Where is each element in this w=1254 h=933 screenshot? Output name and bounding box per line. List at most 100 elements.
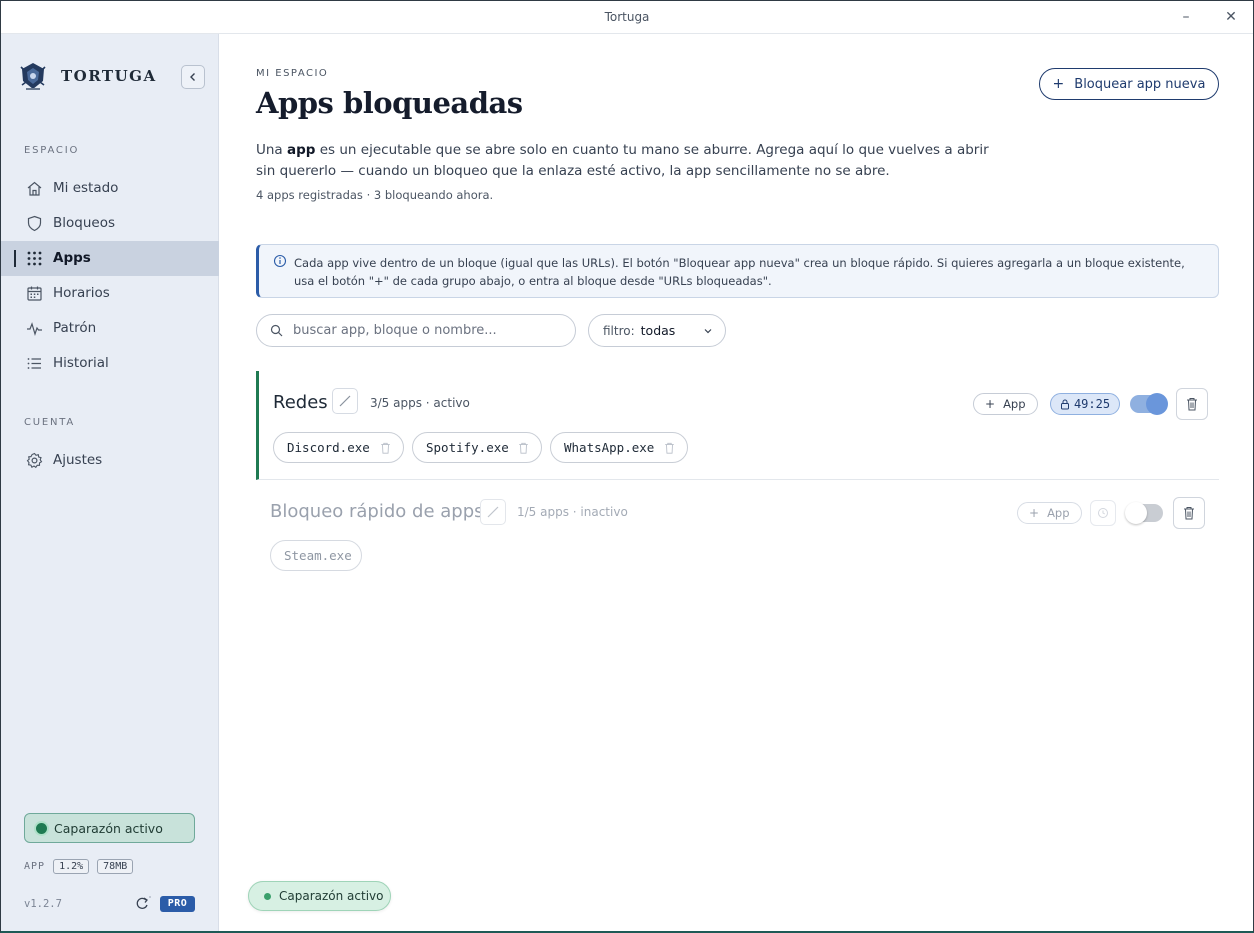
shell-status-indicator[interactable]: Caparazón activo: [24, 813, 195, 843]
toast-label: Caparazón activo: [279, 889, 384, 903]
desc-emphasis: app: [287, 142, 316, 158]
desc-text: Una: [256, 142, 288, 158]
add-app-label: App: [1047, 506, 1070, 520]
brand: TORTUGA: [19, 61, 157, 91]
memory-usage: 78MB: [97, 859, 134, 874]
page-kicker: MI ESPACIO: [256, 68, 329, 79]
info-text: Cada app vive dentro de un bloque (igual…: [294, 256, 1185, 288]
remove-app-icon[interactable]: [664, 442, 675, 454]
check-updates-icon[interactable]: [134, 895, 152, 911]
schedule-button[interactable]: [1090, 500, 1116, 526]
search-icon: [270, 324, 283, 337]
block-group-redes: Redes 3/5 apps · activo + App 49:25 Disc…: [256, 371, 1219, 480]
search-input[interactable]: [293, 323, 563, 338]
plus-icon: +: [985, 397, 996, 411]
delete-group-button[interactable]: [1176, 388, 1208, 420]
block-new-app-button[interactable]: + Bloquear app nueva: [1039, 68, 1219, 100]
lock-timer-badge: 49:25: [1050, 393, 1120, 415]
gear-icon: [26, 452, 43, 469]
app-name: Discord.exe: [287, 440, 370, 455]
toggle-knob: [1146, 393, 1168, 415]
status-label: Caparazón activo: [54, 820, 163, 836]
filter-label: filtro:: [603, 323, 635, 338]
grid-icon: [27, 251, 42, 266]
filter-value: todas: [640, 323, 676, 338]
sidebar-item-ajustes[interactable]: Ajustes: [1, 443, 219, 478]
cpu-usage: 1.2%: [53, 859, 90, 874]
list-icon: [27, 358, 41, 369]
sidebar-item-label: Historial: [53, 355, 109, 371]
title-bar: Tortuga – ✕: [1, 1, 1253, 34]
trash-icon: [1184, 507, 1194, 520]
toggle-knob: [1125, 502, 1147, 524]
shield-icon: [27, 215, 42, 232]
filter-select[interactable]: filtro: todas: [588, 314, 726, 347]
sidebar: TORTUGA ESPACIO Mi estado Bloqueos Apps …: [1, 34, 219, 931]
lock-icon: [1060, 399, 1069, 409]
sidebar-item-historial[interactable]: Historial: [1, 346, 219, 381]
sidebar-item-mi-estado[interactable]: Mi estado: [1, 171, 219, 206]
section-label-space: ESPACIO: [24, 145, 80, 156]
pencil-icon: [487, 506, 499, 518]
remove-app-icon[interactable]: [380, 442, 391, 454]
remove-app-icon[interactable]: [518, 442, 529, 454]
sidebar-item-label: Apps: [53, 250, 91, 266]
usage-label: APP: [24, 861, 46, 872]
sidebar-item-apps[interactable]: Apps: [1, 241, 219, 276]
sidebar-item-bloqueos[interactable]: Bloqueos: [1, 206, 219, 241]
window-title: Tortuga: [604, 10, 650, 24]
add-app-button[interactable]: + App: [973, 393, 1038, 415]
add-app-button[interactable]: + App: [1017, 502, 1082, 524]
group-toggle[interactable]: [1125, 502, 1163, 524]
minimize-button[interactable]: –: [1175, 7, 1197, 27]
search-box: [256, 314, 576, 347]
desc-text: es un ejecutable que se abre solo en cua…: [256, 142, 989, 179]
sidebar-item-horarios[interactable]: Horarios: [1, 276, 219, 311]
app-chip: Discord.exe: [273, 432, 404, 463]
turtle-logo-icon: [20, 63, 46, 90]
plus-icon: +: [1052, 76, 1065, 92]
chevron-down-icon: [704, 329, 712, 334]
app-name: WhatsApp.exe: [564, 440, 655, 455]
sidebar-item-label: Ajustes: [53, 452, 103, 468]
group-name: Redes: [273, 392, 328, 413]
info-callout: Cada app vive dentro de un bloque (igual…: [256, 244, 1219, 298]
app-name: Steam.exe: [284, 548, 352, 563]
brand-name: TORTUGA: [61, 67, 157, 85]
main-content: MI ESPACIO Apps bloqueadas + Bloquear ap…: [220, 34, 1253, 931]
status-toast: Caparazón activo: [248, 881, 391, 911]
home-icon: [27, 181, 42, 196]
info-icon: [273, 254, 287, 268]
block-group-quick-apps: Bloqueo rápido de apps 1/5 apps · inacti…: [256, 480, 1219, 580]
app-chip: Steam.exe: [270, 540, 362, 571]
close-button[interactable]: ✕: [1220, 7, 1242, 27]
edit-group-button[interactable]: [480, 499, 506, 525]
app-window: Tortuga – ✕ TORTUGA ESPACIO Mi estado Bl…: [0, 0, 1254, 933]
page-description: Una app es un ejecutable que se abre sol…: [256, 140, 996, 182]
pulse-icon: [27, 322, 42, 336]
edit-group-button[interactable]: [332, 388, 358, 414]
status-dot: [36, 822, 47, 834]
apps-summary: 4 apps registradas · 3 bloqueando ahora.: [256, 188, 494, 202]
app-chip: Spotify.exe: [412, 432, 542, 463]
pro-badge: PRO: [160, 896, 195, 912]
group-meta: 3/5 apps · activo: [370, 396, 470, 410]
group-toggle[interactable]: [1130, 393, 1168, 415]
sidebar-item-patron[interactable]: Patrón: [1, 311, 219, 346]
add-app-label: App: [1003, 397, 1026, 411]
collapse-sidebar-button[interactable]: [181, 65, 205, 89]
sidebar-item-label: Patrón: [53, 320, 97, 336]
clock-icon: [1098, 508, 1108, 518]
delete-group-button[interactable]: [1173, 497, 1205, 529]
resource-usage: APP 1.2% 78MB: [24, 859, 141, 874]
group-name: Bloqueo rápido de apps: [270, 501, 484, 522]
app-chip: WhatsApp.exe: [550, 432, 688, 463]
plus-icon: +: [1029, 506, 1040, 520]
version-label: v1.2.7: [24, 898, 62, 910]
trash-icon: [1187, 398, 1197, 411]
pencil-icon: [339, 395, 351, 407]
app-name: Spotify.exe: [426, 440, 509, 455]
sidebar-item-label: Horarios: [53, 285, 110, 301]
block-new-app-label: Bloquear app nueva: [1074, 76, 1206, 92]
group-meta: 1/5 apps · inactivo: [517, 505, 628, 519]
